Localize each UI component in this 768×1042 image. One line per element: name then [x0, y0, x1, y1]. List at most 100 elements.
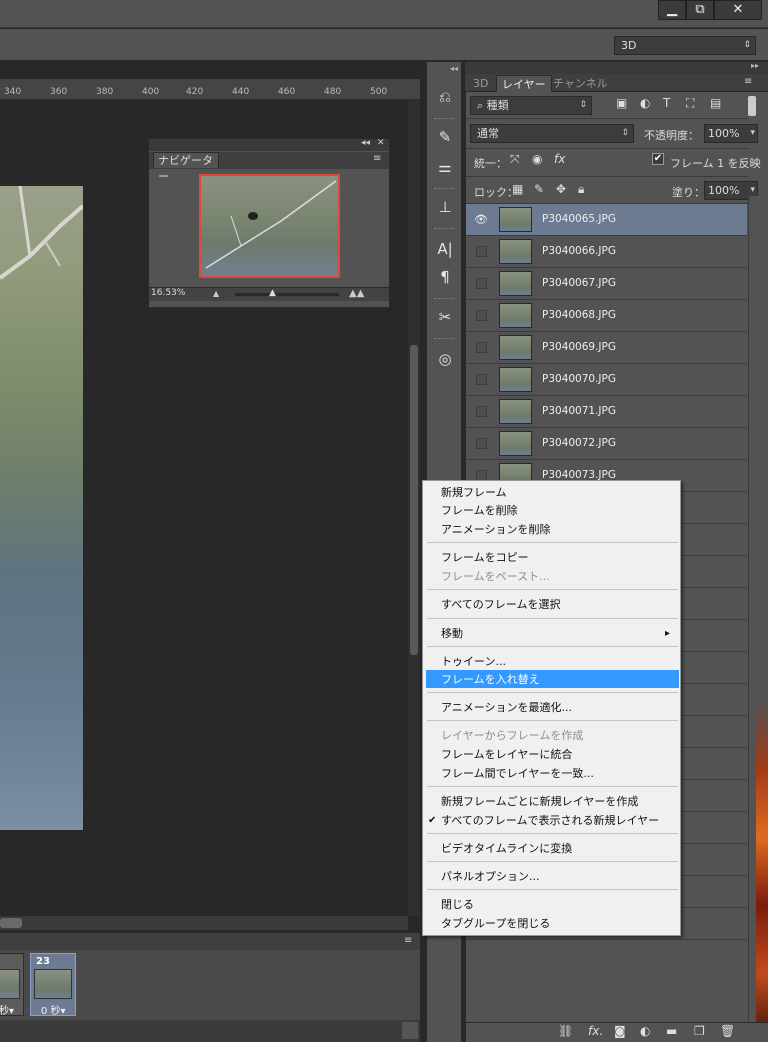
menu-item-close[interactable]: 閉じる — [441, 895, 474, 914]
visibility-toggle[interactable] — [476, 278, 487, 289]
navigator-preview[interactable] — [199, 174, 340, 278]
close-icon[interactable]: ✕ — [377, 138, 385, 148]
layer-name[interactable]: P3040071.JPG — [542, 405, 616, 417]
frame-delay[interactable]: 秒▾ — [0, 1002, 14, 1017]
filter-toggle[interactable] — [748, 96, 756, 116]
tool-presets-icon[interactable]: ✂ — [432, 306, 458, 328]
visibility-toggle[interactable] — [476, 438, 487, 449]
shape-filter-icon[interactable]: ⛶ — [686, 96, 694, 111]
minimize-button[interactable]: ▁ — [658, 0, 686, 20]
adjustments-icon[interactable]: ⚌ — [432, 156, 458, 178]
menu-item-new-layers-visible[interactable]: すべてのフレームで表示される新規レイヤー — [441, 811, 659, 830]
layer-name[interactable]: P3040070.JPG — [542, 373, 616, 385]
layer-row[interactable]: P3040071.JPG — [466, 396, 747, 428]
visibility-toggle[interactable] — [476, 246, 487, 257]
layer-name[interactable]: P3040067.JPG — [542, 277, 616, 289]
pixel-filter-icon[interactable]: ▣ — [616, 96, 627, 110]
layer-name[interactable]: P3040066.JPG — [542, 245, 616, 257]
panel-header[interactable]: ▸▸ — [465, 61, 768, 74]
menu-item-copy-frame[interactable]: フレームをコピー — [441, 548, 529, 567]
tab-layers[interactable]: レイヤー — [496, 75, 552, 92]
opacity-field[interactable]: 100% ▾ — [704, 124, 758, 143]
unify-visibility-icon[interactable]: ◉ — [532, 152, 542, 166]
panel-menu-icon[interactable]: ≡ — [744, 76, 752, 87]
link-icon[interactable]: ⛓ — [558, 1024, 573, 1038]
clone-source-icon[interactable]: ⊥ — [432, 196, 458, 218]
lock-transparent-icon[interactable]: ▦ — [512, 182, 523, 196]
layer-name[interactable]: P3040072.JPG — [542, 437, 616, 449]
vertical-scroll-thumb[interactable] — [410, 345, 418, 655]
menu-item-panel-options[interactable]: パネルオプション... — [441, 867, 540, 886]
collapse-icon[interactable]: ▸▸ — [751, 61, 759, 70]
horizontal-scrollbar[interactable] — [0, 916, 408, 930]
layer-row[interactable]: P3040068.JPG — [466, 300, 747, 332]
horizontal-scroll-thumb[interactable] — [0, 918, 22, 928]
unify-style-icon[interactable]: fx — [554, 152, 565, 166]
layer-row[interactable]: 👁︎ P3040065.JPG — [466, 204, 747, 236]
tab-navigator[interactable]: ナビゲーター — [153, 152, 219, 183]
menu-item-optimize-animation[interactable]: アニメーションを最適化... — [441, 698, 572, 717]
adjustment-layer-icon[interactable]: ◐ — [640, 1024, 650, 1038]
layer-name[interactable]: P3040068.JPG — [542, 309, 616, 321]
layer-row[interactable]: P3040067.JPG — [466, 268, 747, 300]
menu-item-reverse-frames[interactable]: フレームを入れ替え — [441, 670, 540, 689]
trash-icon[interactable]: 🗑︎ — [720, 1024, 735, 1038]
fx-icon[interactable]: fx. — [588, 1024, 603, 1038]
workspace-select[interactable]: 3D ⇕ — [614, 36, 756, 55]
animation-frame[interactable]: 23 0 秒▾ — [30, 953, 76, 1017]
close-button[interactable]: ✕ — [714, 0, 762, 20]
menu-item-new-layer-each-frame[interactable]: 新規フレームごとに新規レイヤーを作成 — [441, 792, 638, 811]
panel-menu-icon[interactable]: ≡ — [373, 153, 381, 164]
lock-all-icon[interactable]: 🔒︎ — [578, 182, 584, 197]
tab-channels[interactable]: チャンネル — [548, 75, 613, 92]
layer-name[interactable]: P3040065.JPG — [542, 213, 616, 225]
menu-item-select-all-frames[interactable]: すべてのフレームを選択 — [441, 595, 560, 614]
folder-icon[interactable]: ▬ — [666, 1024, 677, 1038]
resize-grip[interactable] — [402, 1022, 418, 1039]
brush-presets-icon[interactable]: ✎ — [432, 126, 458, 148]
menu-item-convert-to-timeline[interactable]: ビデオタイムラインに変換 — [441, 839, 572, 858]
zoom-out-icon[interactable]: ▲ — [213, 289, 219, 298]
frame-delay[interactable]: 0 秒▾ — [41, 1002, 66, 1017]
lock-pixels-icon[interactable]: ✎ — [534, 182, 544, 196]
new-layer-icon[interactable]: ❐ — [694, 1024, 705, 1038]
menu-item-delete-frame[interactable]: フレームを削除 — [441, 501, 518, 520]
collapse-icon[interactable]: ◂◂ — [450, 64, 458, 73]
menu-item-match-layer[interactable]: フレーム間でレイヤーを一致... — [441, 764, 594, 783]
character-icon[interactable]: A| — [432, 238, 458, 260]
propagate-checkbox[interactable]: ✔ — [652, 153, 664, 165]
zoom-in-icon[interactable]: ▲▲ — [349, 288, 364, 299]
layer-name[interactable]: P3040069.JPG — [542, 341, 616, 353]
menu-item-new-frame[interactable]: 新規フレーム — [441, 483, 507, 502]
zoom-value[interactable]: 16.53% — [151, 288, 185, 298]
collapse-icon[interactable]: ◂◂ — [361, 138, 370, 148]
layer-row[interactable]: P3040070.JPG — [466, 364, 747, 396]
layer-row[interactable]: P3040072.JPG — [466, 428, 747, 460]
panel-menu-icon[interactable]: ≡ — [404, 935, 412, 946]
menu-item-flatten-frames[interactable]: フレームをレイヤーに統合 — [441, 745, 572, 764]
history-icon[interactable]: ⎌ — [432, 86, 458, 108]
mask-icon[interactable]: ◙ — [614, 1024, 626, 1038]
tab-3d[interactable]: 3D — [468, 75, 493, 92]
menu-item-move[interactable]: 移動 — [441, 624, 463, 643]
restore-button[interactable]: ⧉ — [686, 0, 714, 20]
zoom-slider[interactable] — [235, 293, 339, 296]
layer-row[interactable]: P3040066.JPG — [466, 236, 747, 268]
visibility-toggle[interactable] — [476, 406, 487, 417]
visibility-toggle[interactable] — [476, 374, 487, 385]
blend-mode-select[interactable]: 通常 ⇕ — [470, 124, 634, 143]
paragraph-icon[interactable]: ¶ — [432, 266, 458, 288]
creative-cloud-icon[interactable]: ◎ — [432, 348, 458, 370]
visibility-toggle[interactable] — [476, 342, 487, 353]
menu-item-tween[interactable]: トゥイーン... — [441, 652, 506, 671]
adjustment-filter-icon[interactable]: ◐ — [640, 96, 650, 110]
visibility-toggle[interactable] — [476, 310, 487, 321]
eye-icon[interactable]: 👁︎ — [474, 213, 488, 227]
menu-item-delete-animation[interactable]: アニメーションを削除 — [441, 520, 551, 539]
menu-item-close-tab-group[interactable]: タブグループを閉じる — [441, 914, 550, 933]
smart-object-filter-icon[interactable]: ▤ — [710, 96, 721, 110]
panel-header[interactable]: ◂◂ ✕ — [149, 138, 389, 151]
layer-row[interactable]: P3040069.JPG — [466, 332, 747, 364]
zoom-slider-handle[interactable]: ▲ — [269, 288, 276, 298]
filter-kind-select[interactable]: ⌕ 種類 ⇕ — [470, 96, 592, 115]
